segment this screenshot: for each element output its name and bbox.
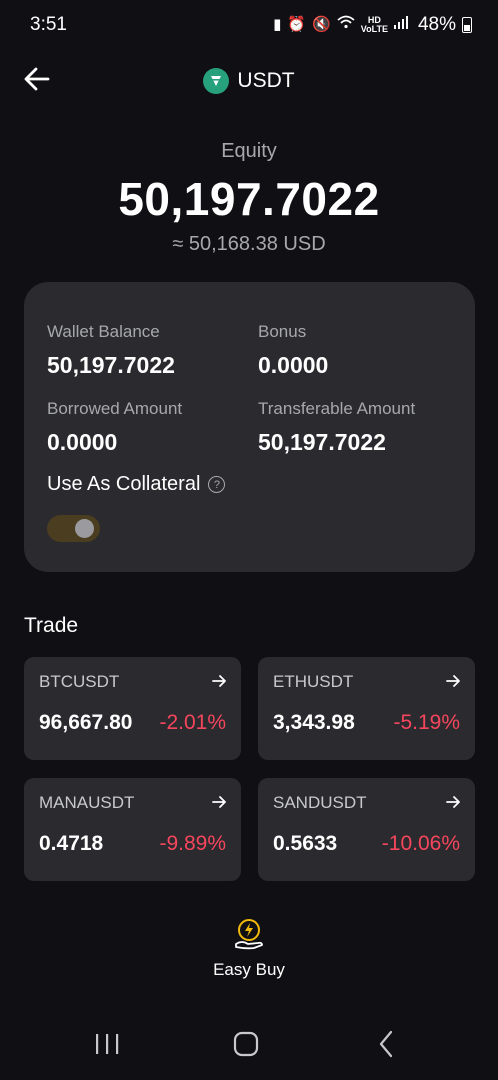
trade-pair-card-manausdt[interactable]: MANAUSDT 0.4718 -9.89% xyxy=(24,778,241,881)
recent-apps-button[interactable] xyxy=(77,1026,137,1062)
pair-name: MANAUSDT xyxy=(39,793,135,812)
battery-saver-icon: ▮ xyxy=(273,16,282,33)
transferable-amount-value: 50,197.7022 xyxy=(258,429,386,455)
transferable-amount-label: Transferable Amount xyxy=(258,399,416,418)
hd-voice-icon: HD VoLTE xyxy=(360,15,388,34)
signal-icon xyxy=(393,15,408,35)
pair-name: BTCUSDT xyxy=(39,672,120,691)
alarm-icon: ⏰ xyxy=(287,16,307,33)
battery-icon xyxy=(462,17,472,33)
arrow-right-icon xyxy=(446,796,460,808)
bonus-label: Bonus xyxy=(258,322,307,341)
pair-change: -10.06% xyxy=(381,832,460,855)
status-icons: ▮ ⏰ 🔇 HD VoLTE 48% xyxy=(273,14,472,36)
pair-name: SANDUSDT xyxy=(273,793,367,812)
trade-section-title: Trade xyxy=(24,614,79,637)
borrowed-amount-label: Borrowed Amount xyxy=(47,399,183,418)
header: USDT xyxy=(0,58,498,106)
title-wrap: USDT xyxy=(0,68,498,94)
lightning-hand-icon xyxy=(235,919,263,950)
trade-pair-card-btcusdt[interactable]: BTCUSDT 96,667.80 -2.01% xyxy=(24,657,241,760)
easy-buy-button[interactable]: Easy Buy xyxy=(199,918,299,986)
status-time: 3:51 xyxy=(30,14,67,35)
mute-icon: 🔇 xyxy=(312,16,331,33)
collateral-label: Use As Collateral xyxy=(47,473,201,495)
pair-name: ETHUSDT xyxy=(273,672,354,691)
tether-icon xyxy=(203,68,230,94)
page-title: USDT xyxy=(237,69,295,92)
equity-value: 50,197.7022 xyxy=(118,173,380,225)
balance-card: Wallet Balance 50,197.7022 Bonus 0.0000 … xyxy=(24,282,475,572)
pair-price: 3,343.98 xyxy=(273,711,355,734)
trade-pair-card-ethusdt[interactable]: ETHUSDT 3,343.98 -5.19% xyxy=(258,657,475,760)
pair-change: -9.89% xyxy=(159,832,226,855)
system-back-button[interactable] xyxy=(356,1026,416,1062)
easy-buy-label: Easy Buy xyxy=(213,960,285,979)
equity-usd-value: ≈ 50,168.38 USD xyxy=(172,233,326,255)
pair-change: -5.19% xyxy=(393,711,460,734)
pair-price: 0.4718 xyxy=(39,832,104,855)
arrow-right-icon xyxy=(212,796,226,808)
pair-change: -2.01% xyxy=(159,711,226,734)
home-button[interactable] xyxy=(216,1026,276,1062)
battery-percent: 48% xyxy=(417,14,456,35)
equity-label: Equity xyxy=(221,140,277,162)
toggle-knob xyxy=(75,519,94,538)
home-icon xyxy=(233,1031,259,1057)
status-bar: 3:51 ▮ ⏰ 🔇 HD VoLTE 48% xyxy=(0,0,498,52)
wifi-icon xyxy=(337,15,355,35)
arrow-right-icon xyxy=(446,675,460,687)
wallet-balance-label: Wallet Balance xyxy=(47,322,160,341)
collateral-row: Use As Collateral ? xyxy=(47,473,226,496)
collateral-toggle[interactable] xyxy=(47,515,100,542)
wallet-balance-value: 50,197.7022 xyxy=(47,352,175,378)
arrow-right-icon xyxy=(212,675,226,687)
back-icon xyxy=(379,1030,393,1058)
pair-price: 96,667.80 xyxy=(39,711,133,734)
system-nav-bar xyxy=(0,1010,498,1080)
trade-pair-card-sandusdt[interactable]: SANDUSDT 0.5633 -10.06% xyxy=(258,778,475,881)
pair-price: 0.5633 xyxy=(273,832,338,855)
borrowed-amount-value: 0.0000 xyxy=(47,429,118,455)
question-icon[interactable]: ? xyxy=(208,476,226,493)
bonus-value: 0.0000 xyxy=(258,352,329,378)
recent-apps-icon xyxy=(96,1034,119,1054)
